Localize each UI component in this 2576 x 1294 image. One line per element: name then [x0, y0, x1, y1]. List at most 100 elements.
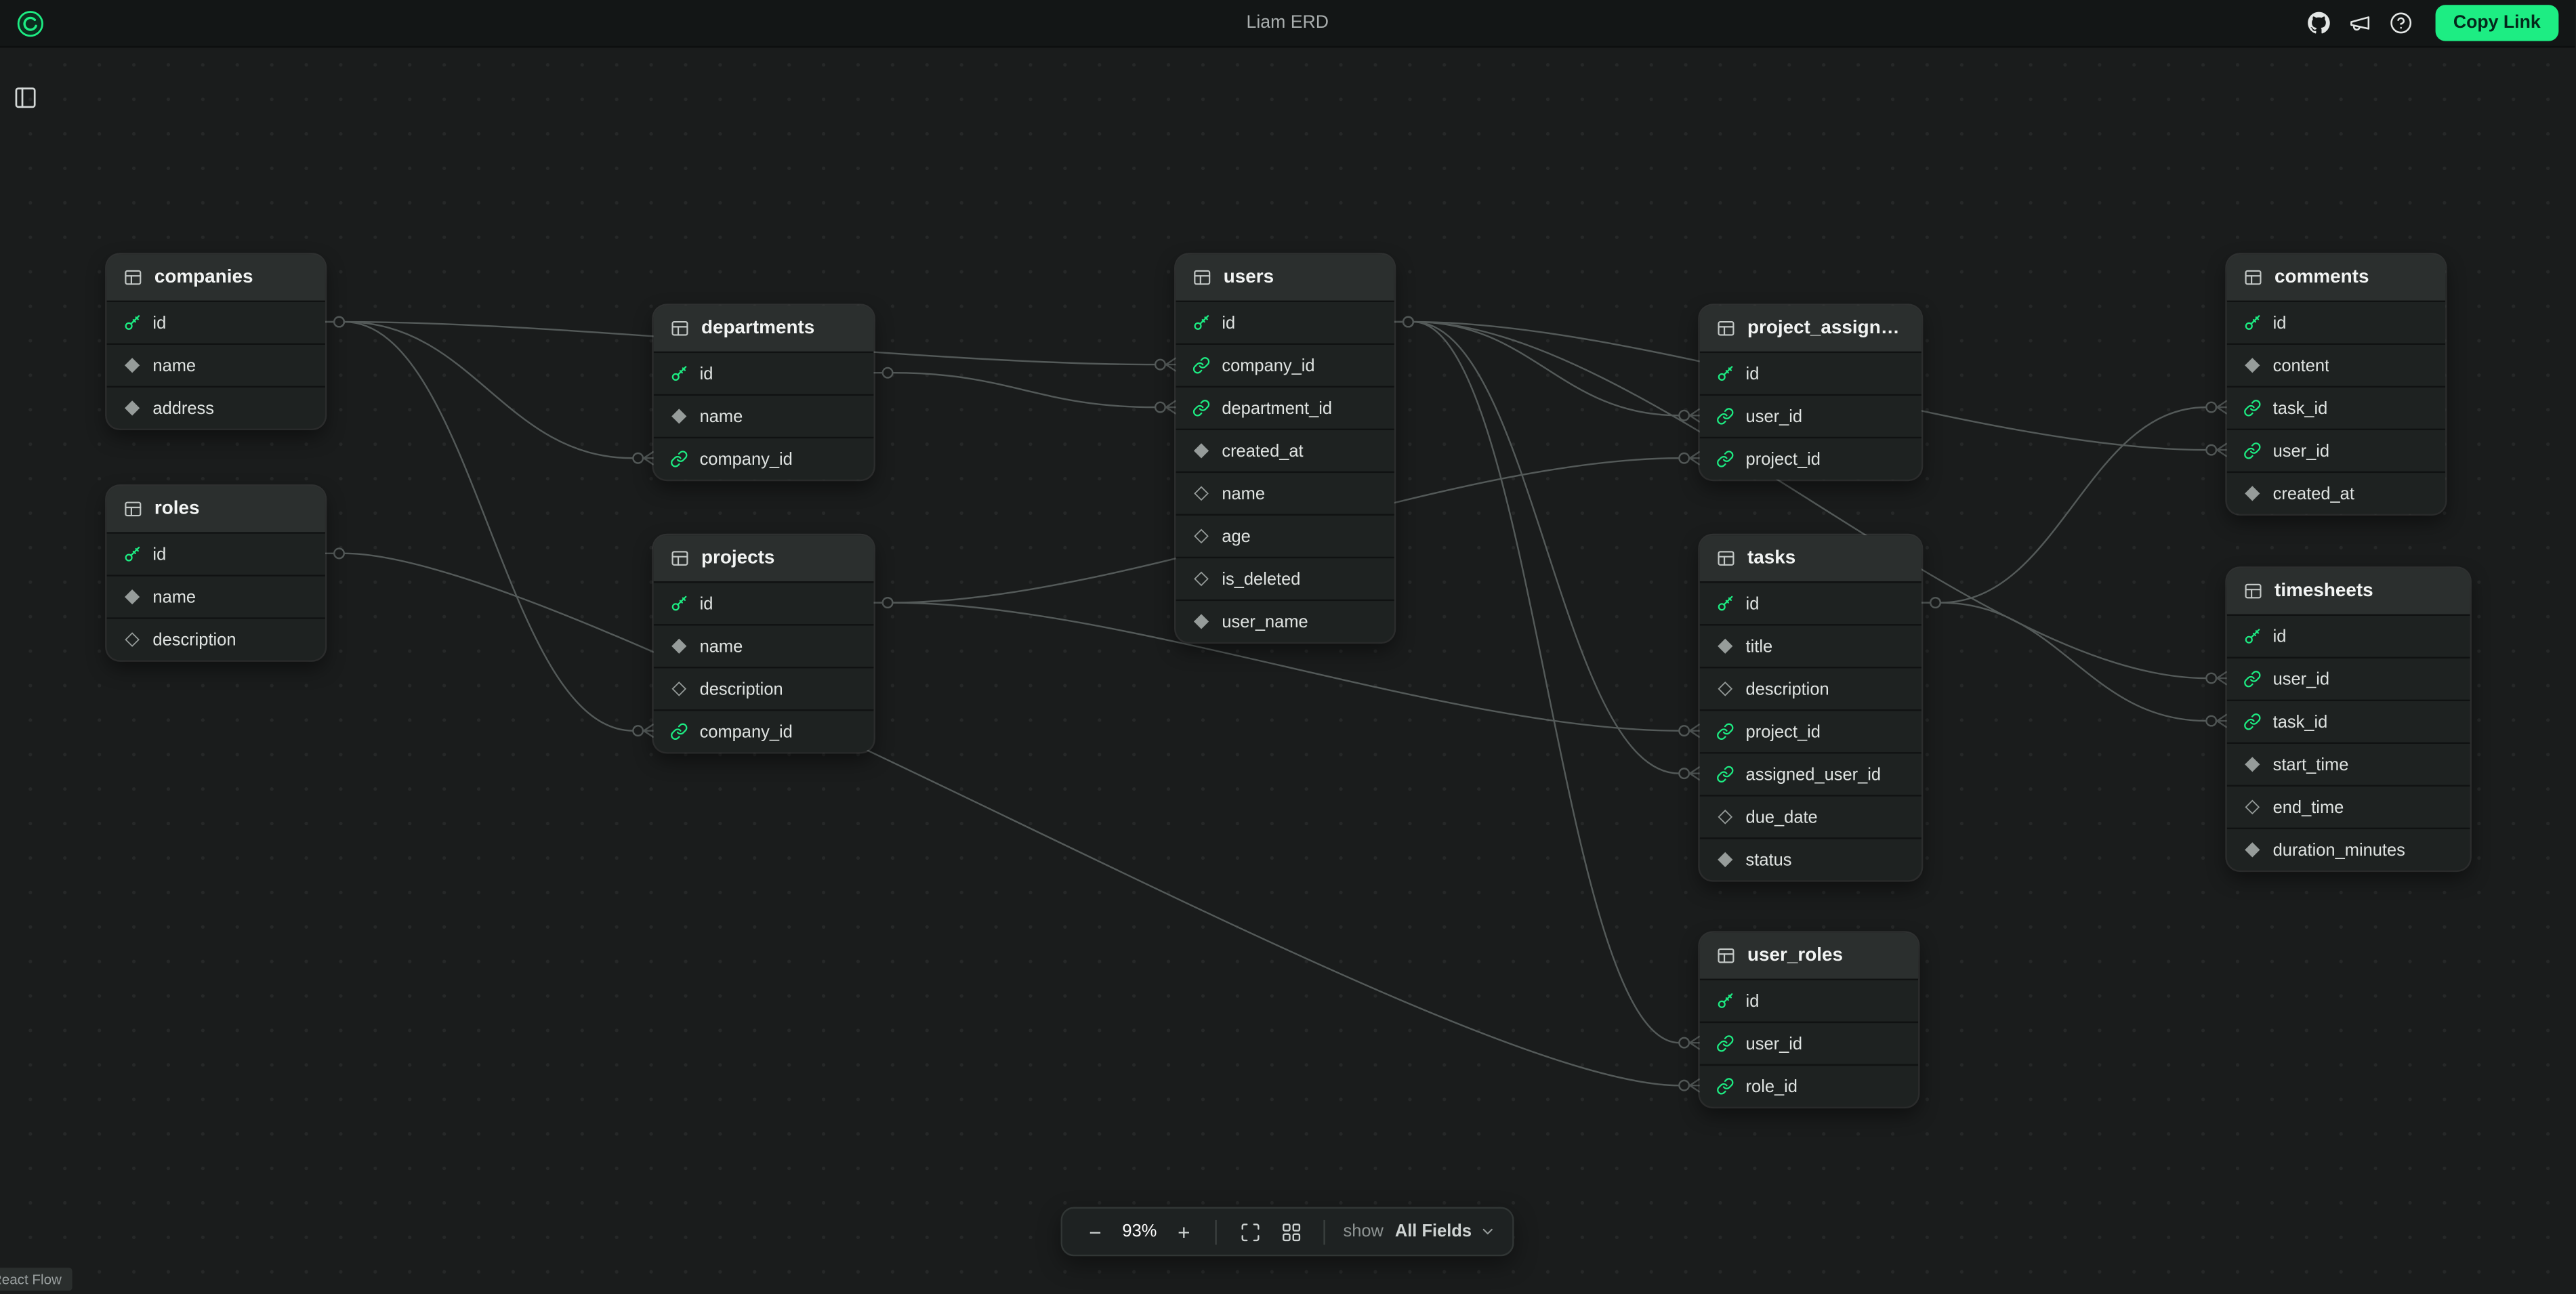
column-row-departments-name[interactable]: name — [654, 394, 874, 437]
fit-view-icon[interactable] — [1232, 1213, 1268, 1249]
copy-link-button[interactable]: Copy Link — [2435, 5, 2558, 41]
table-header[interactable]: roles — [107, 486, 325, 532]
column-row-timesheets-id[interactable]: id — [2227, 614, 2470, 657]
column-row-comments-user_id[interactable]: user_id — [2227, 429, 2445, 472]
table-name: roles — [154, 499, 200, 519]
column-row-projects-description[interactable]: description — [654, 667, 874, 709]
table-node-tasks[interactable]: tasksidtitle description project_idassigne… — [1700, 535, 1921, 880]
edge-users.id-user_roles.user_id — [1394, 317, 1700, 1049]
column-row-users-user_name[interactable]: user_name — [1176, 600, 1394, 642]
column-row-timesheets-duration_minutes[interactable]: duration_minutes — [2227, 828, 2470, 871]
column-row-tasks-status[interactable]: status — [1700, 837, 1921, 880]
table-header[interactable]: users — [1176, 255, 1394, 301]
table-header[interactable]: companies — [107, 255, 325, 301]
column-row-users-created_at[interactable]: created_at — [1176, 429, 1394, 472]
liam-logo[interactable] — [16, 9, 44, 37]
erd-canvas[interactable]: companiesidnameaddressrolesidnamedescrip… — [0, 0, 2575, 1294]
column-row-projects-name[interactable]: name — [654, 624, 874, 667]
column-row-comments-content[interactable]: content — [2227, 343, 2445, 386]
column-row-roles-name[interactable]: name — [107, 575, 325, 617]
key-icon — [2243, 627, 2262, 646]
column-row-timesheets-end_time[interactable]: end_time — [2227, 785, 2470, 828]
column-row-roles-id[interactable]: id — [107, 532, 325, 575]
column-name: id — [1746, 364, 1760, 383]
column-name: address — [152, 398, 214, 418]
table-node-projects[interactable]: projectsidnamedescriptioncompany_id — [654, 535, 874, 752]
column-row-companies-name[interactable]: name — [107, 343, 325, 386]
column-row-users-department_id[interactable]: department_id — [1176, 386, 1394, 429]
column-row-users-is_deleted[interactable]: is_deleted — [1176, 557, 1394, 600]
github-icon[interactable] — [2304, 8, 2333, 38]
column-row-departments-company_id[interactable]: company_id — [654, 437, 874, 480]
column-row-timesheets-start_time[interactable]: start_time — [2227, 743, 2470, 785]
table-icon — [2243, 581, 2263, 601]
column-row-project_assignments-user_id[interactable]: user_id — [1700, 394, 1921, 437]
table-node-comments[interactable]: commentsid content task_iduser_idcreated_a… — [2227, 255, 2445, 514]
table-node-users[interactable]: usersid company_id department_idcreated_at… — [1176, 255, 1394, 642]
column-row-tasks-due_date[interactable]: due_date — [1700, 795, 1921, 837]
reactflow-attribution[interactable]: React Flow — [0, 1268, 71, 1291]
column-row-departments-id[interactable]: id — [654, 352, 874, 394]
column-row-project_assignments-id[interactable]: id — [1700, 352, 1921, 394]
column-row-companies-id[interactable]: id — [107, 301, 325, 343]
column-name: content — [2273, 356, 2330, 375]
column-row-tasks-description[interactable]: description — [1700, 667, 1921, 709]
zoom-in-button[interactable]: + — [1167, 1215, 1200, 1248]
diamond-outline-icon — [1716, 808, 1734, 827]
column-row-tasks-title[interactable]: title — [1700, 624, 1921, 667]
table-header[interactable]: departments — [654, 306, 874, 352]
table-header[interactable]: tasks — [1700, 535, 1921, 581]
column-row-tasks-id[interactable]: id — [1700, 581, 1921, 624]
column-row-timesheets-user_id[interactable]: user_id — [2227, 657, 2470, 700]
key-icon — [1716, 594, 1734, 612]
table-node-timesheets[interactable]: timesheetsiduser_idtask_id start_time end_… — [2227, 568, 2470, 871]
link-icon — [1716, 722, 1734, 740]
table-node-project_assignments[interactable]: project_assignmentsid user_idproject_id — [1700, 306, 1921, 480]
table-node-departments[interactable]: departments idnamecompany_id — [654, 306, 874, 480]
column-name: is_deleted — [1222, 569, 1300, 589]
table-node-companies[interactable]: companiesidname address — [107, 255, 325, 429]
link-icon — [1716, 1077, 1734, 1095]
column-row-roles-description[interactable]: description — [107, 617, 325, 660]
table-header[interactable]: projects — [654, 535, 874, 581]
column-name: start_time — [2273, 755, 2349, 774]
table-icon — [123, 268, 143, 287]
table-header[interactable]: user_roles — [1700, 933, 1918, 979]
column-name: company_id — [1222, 356, 1314, 375]
column-row-users-id[interactable]: id — [1176, 301, 1394, 343]
table-icon — [670, 318, 690, 338]
tidy-up-icon[interactable] — [1272, 1213, 1308, 1249]
help-icon[interactable] — [2386, 8, 2415, 38]
column-row-projects-company_id[interactable]: company_id — [654, 709, 874, 752]
column-row-comments-id[interactable]: id — [2227, 301, 2445, 343]
column-row-tasks-assigned_user_id[interactable]: assigned_user_id — [1700, 752, 1921, 795]
column-row-projects-id[interactable]: id — [654, 581, 874, 624]
table-node-roles[interactable]: roles idnamedescription — [107, 486, 325, 660]
column-row-companies-address[interactable]: address — [107, 386, 325, 429]
column-row-project_assignments-project_id[interactable]: project_id — [1700, 437, 1921, 480]
zoom-out-button[interactable]: − — [1079, 1215, 1111, 1248]
table-header[interactable]: comments — [2227, 255, 2445, 301]
column-row-tasks-project_id[interactable]: project_id — [1700, 709, 1921, 752]
column-row-comments-task_id[interactable]: task_id — [2227, 386, 2445, 429]
column-row-user_roles-role_id[interactable]: role_id — [1700, 1064, 1918, 1107]
column-row-timesheets-task_id[interactable]: task_id — [2227, 700, 2470, 743]
table-node-user_roles[interactable]: user_rolesiduser_idrole_id — [1700, 933, 1918, 1107]
column-name: description — [1746, 679, 1829, 698]
megaphone-icon[interactable] — [2345, 8, 2375, 38]
zoom-level: 93% — [1117, 1222, 1163, 1241]
table-header[interactable]: project_assignments — [1700, 306, 1921, 352]
table-name: departments — [701, 318, 814, 338]
link-icon — [1716, 1035, 1734, 1053]
column-row-comments-created_at[interactable]: created_at — [2227, 472, 2445, 514]
column-row-users-name[interactable]: name — [1176, 472, 1394, 514]
table-header[interactable]: timesheets — [2227, 568, 2470, 614]
column-row-user_roles-id[interactable]: id — [1700, 979, 1918, 1022]
column-row-users-age[interactable]: age — [1176, 514, 1394, 557]
diamond-outline-icon — [2243, 798, 2262, 816]
panel-left-toggle-icon[interactable] — [10, 82, 40, 112]
show-fields-dropdown[interactable]: All Fields — [1395, 1222, 1497, 1241]
column-row-user_roles-user_id[interactable]: user_id — [1700, 1022, 1918, 1064]
column-row-users-company_id[interactable]: company_id — [1176, 343, 1394, 386]
column-name: age — [1222, 526, 1250, 546]
